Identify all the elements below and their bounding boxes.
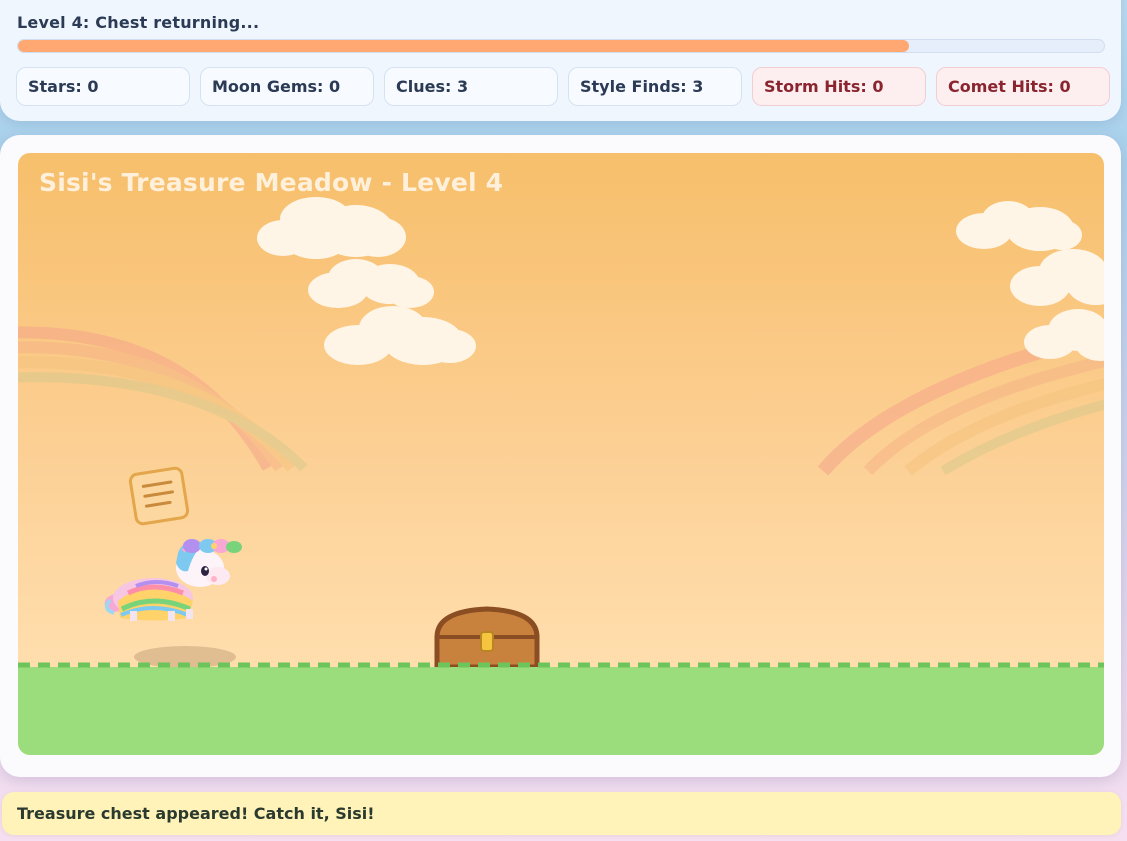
event-message: Treasure chest appeared! Catch it, Sisi!	[2, 792, 1121, 835]
cloud-2	[308, 259, 434, 308]
game-canvas[interactable]: Sisi's Treasure Meadow - Level 4	[18, 153, 1104, 755]
stat-clues: Clues: 3	[384, 67, 558, 106]
cloud-3	[324, 306, 476, 365]
level-progress-bar	[17, 39, 1105, 53]
stat-style-finds: Style Finds: 3	[568, 67, 742, 106]
cloud-5	[1010, 249, 1104, 306]
stats-row: Stars: 0 Moon Gems: 0 Clues: 3 Style Fin…	[16, 67, 1110, 106]
level-progress-fill	[18, 40, 909, 52]
rainbow-left	[18, 326, 308, 472]
cloud-1	[257, 197, 406, 259]
scene-graphics	[18, 197, 1104, 755]
cloud-6	[1024, 309, 1104, 361]
clue-note-icon	[128, 466, 190, 526]
treasure-chest-icon	[434, 606, 540, 670]
level-status-text: Level 4: Chest returning...	[17, 13, 260, 32]
grass-ground	[18, 667, 1104, 755]
sisi-pony-character	[104, 539, 242, 621]
scene-title: Sisi's Treasure Meadow - Level 4	[39, 168, 504, 197]
stat-storm-hits: Storm Hits: 0	[752, 67, 926, 106]
cloud-4	[956, 201, 1082, 251]
stat-comet-hits: Comet Hits: 0	[936, 67, 1110, 106]
stat-moon-gems: Moon Gems: 0	[200, 67, 374, 106]
stat-stars: Stars: 0	[16, 67, 190, 106]
